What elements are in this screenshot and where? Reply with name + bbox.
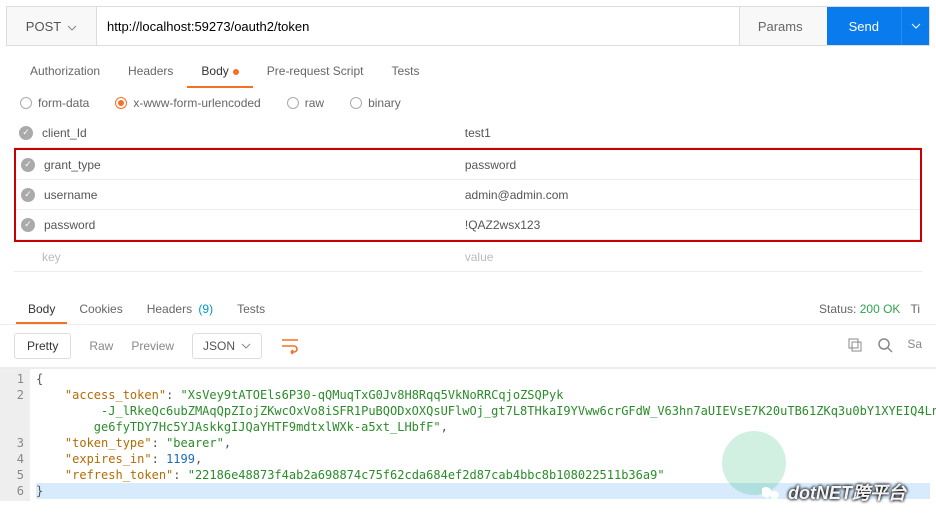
lang-dropdown[interactable]: JSON <box>192 333 262 359</box>
view-pretty[interactable]: Pretty <box>14 333 71 359</box>
params-button[interactable]: Params <box>739 7 821 45</box>
response-status: Status: 200 OK Ti <box>819 302 920 316</box>
form-key[interactable]: username <box>40 188 465 202</box>
line-gutter: 123456 <box>0 369 30 501</box>
tab-body[interactable]: Body <box>187 54 252 88</box>
tab-tests[interactable]: Tests <box>377 54 433 88</box>
form-row[interactable]: ✓ password !QAZ2wsx123 <box>16 210 920 240</box>
form-key[interactable]: grant_type <box>40 158 465 172</box>
radio-form-data[interactable]: form-data <box>20 96 89 110</box>
chevron-down-icon <box>67 19 77 34</box>
send-button-group: Send <box>827 7 929 45</box>
form-row[interactable]: ✓ grant_type password <box>16 150 920 180</box>
http-method-dropdown[interactable]: POST <box>7 7 97 45</box>
form-value-placeholder[interactable]: value <box>465 250 922 264</box>
resp-tab-body[interactable]: Body <box>16 294 67 324</box>
radio-raw[interactable]: raw <box>287 96 324 110</box>
form-value[interactable]: admin@admin.com <box>465 188 920 202</box>
resp-tab-tests[interactable]: Tests <box>225 294 277 324</box>
http-method-label: POST <box>26 19 61 34</box>
tab-authorization[interactable]: Authorization <box>16 54 114 88</box>
send-button[interactable]: Send <box>827 19 901 34</box>
form-key-placeholder[interactable]: key <box>38 250 465 264</box>
radio-binary[interactable]: binary <box>350 96 401 110</box>
form-value[interactable]: test1 <box>465 126 922 140</box>
row-checkbox[interactable]: ✓ <box>16 158 40 172</box>
tab-headers[interactable]: Headers <box>114 54 187 88</box>
form-value[interactable]: password <box>465 158 920 172</box>
radio-urlencoded[interactable]: x-www-form-urlencoded <box>115 96 260 110</box>
highlighted-rows: ✓ grant_type password ✓ username admin@a… <box>14 148 922 242</box>
copy-icon[interactable] <box>847 337 863 356</box>
form-value[interactable]: !QAZ2wsx123 <box>465 218 920 232</box>
search-icon[interactable] <box>877 337 893 356</box>
view-preview[interactable]: Preview <box>131 339 174 353</box>
resp-tab-cookies[interactable]: Cookies <box>67 294 134 324</box>
unsaved-dot-icon <box>233 69 239 75</box>
form-row[interactable]: ✓ username admin@admin.com <box>16 180 920 210</box>
response-body: 123456 { "access_token": "XsVey9tATOEls6… <box>0 368 936 501</box>
body-type-selector: form-data x-www-form-urlencoded raw bina… <box>0 88 936 118</box>
json-code[interactable]: { "access_token": "XsVey9tATOEls6P30-qQM… <box>30 369 936 501</box>
request-tabs: Authorization Headers Body Pre-request S… <box>0 54 936 88</box>
row-checkbox[interactable]: ✓ <box>16 218 40 232</box>
view-raw[interactable]: Raw <box>89 339 113 353</box>
form-key[interactable]: client_Id <box>38 126 465 140</box>
form-key[interactable]: password <box>40 218 465 232</box>
tab-prerequest[interactable]: Pre-request Script <box>253 54 378 88</box>
resp-tab-headers[interactable]: Headers (9) <box>135 294 225 324</box>
response-toolbar: Pretty Raw Preview JSON Sa <box>0 325 936 368</box>
form-row[interactable]: ✓ client_Id test1 <box>14 118 922 148</box>
response-tabs: Body Cookies Headers (9) Tests Status: 2… <box>0 294 936 325</box>
wrap-lines-icon[interactable] <box>280 337 300 355</box>
row-checkbox[interactable]: ✓ <box>16 188 40 202</box>
row-checkbox[interactable]: ✓ <box>14 126 38 140</box>
save-response[interactable]: Sa <box>907 337 922 356</box>
url-input[interactable] <box>97 7 739 45</box>
request-bar: POST Params Send <box>6 6 930 46</box>
form-row-placeholder[interactable]: key value <box>14 242 922 272</box>
send-dropdown[interactable] <box>901 7 929 45</box>
form-data-grid: ✓ client_Id test1 ✓ grant_type password … <box>14 118 922 272</box>
